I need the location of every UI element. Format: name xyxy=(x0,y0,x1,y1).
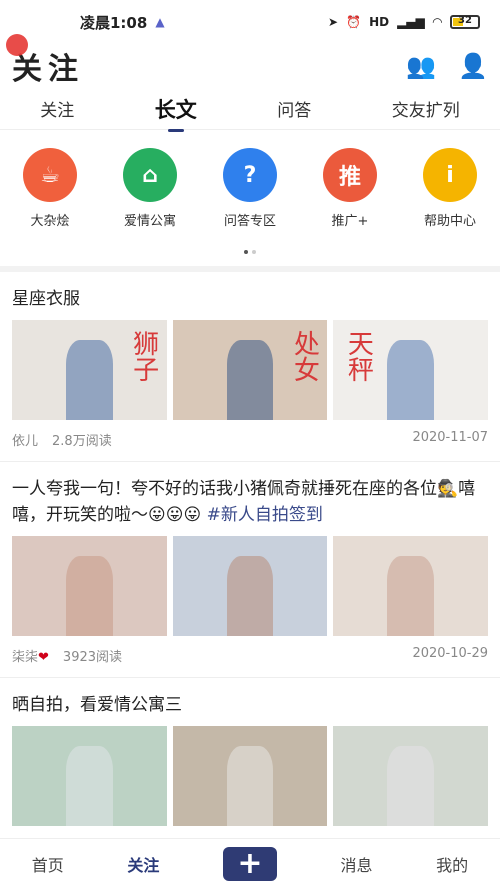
post-card[interactable]: 一人夸我一句！夸不好的话我小猪佩奇就捶死在座的各位🕵️嘻嘻，开玩笑的啦～😛😛😛 … xyxy=(0,462,500,678)
pager-dots xyxy=(0,239,500,258)
nav-home[interactable]: 首页 xyxy=(32,852,64,876)
nav-follow[interactable]: 关注 xyxy=(127,852,159,876)
tab-make-friends[interactable]: 交友扩列 xyxy=(378,88,474,129)
cup-icon: ☕ xyxy=(23,148,77,202)
tab-qa[interactable]: 问答 xyxy=(263,88,325,129)
post-title[interactable]: 星座衣服 xyxy=(12,286,488,312)
post-title[interactable]: 一人夸我一句！夸不好的话我小猪佩奇就捶死在座的各位🕵️嘻嘻，开玩笑的啦～😛😛😛 … xyxy=(12,476,488,528)
contacts-icon[interactable]: 👥 xyxy=(406,52,436,80)
info-icon: i xyxy=(423,148,477,202)
red-dot-badge xyxy=(6,34,28,56)
battery-icon: 32 xyxy=(450,15,480,29)
post-tag[interactable]: #新人自拍签到 xyxy=(207,505,323,525)
post-date: 2020-10-29 xyxy=(412,646,488,661)
post-card[interactable]: 星座衣服 狮子 处女 天秤 依儿 2.8万阅读 2020-11-07 xyxy=(0,272,500,462)
page-header: 关注 👥 👤 xyxy=(0,34,500,88)
status-bar: 凌晨1:08 ▲ ➤ ⏰ HD ▂▄▆ ◠ 32 xyxy=(0,0,500,44)
wifi-icon: ◠ xyxy=(432,15,442,29)
post-meta: 柒柒❤ 3923阅读 2020-10-29 xyxy=(12,636,488,677)
status-icons: ➤ ⏰ HD ▂▄▆ ◠ 32 xyxy=(328,15,480,29)
alarm-icon: ⏰ xyxy=(346,15,362,29)
page-title: 关注 xyxy=(6,34,84,88)
post-meta: 依儿 2.8万阅读 2020-11-07 xyxy=(12,420,488,461)
post-card[interactable]: 晒自拍，看爱情公寓三 xyxy=(0,678,500,826)
category-item-help[interactable]: i 帮助中心 xyxy=(405,148,495,229)
post-image[interactable]: 处女 xyxy=(172,320,328,420)
category-item-promote[interactable]: 推 推广+ xyxy=(305,148,395,229)
promote-icon: 推 xyxy=(323,148,377,202)
post-reads: 3923阅读 xyxy=(62,650,123,665)
nav-messages[interactable]: 消息 xyxy=(341,852,373,876)
house-icon: ⌂ xyxy=(123,148,177,202)
post-image[interactable]: 天秤 xyxy=(333,320,489,420)
post-reads: 2.8万阅读 xyxy=(52,434,112,449)
nav-mine[interactable]: 我的 xyxy=(436,852,468,876)
app-notification-icon: ▲ xyxy=(155,15,165,29)
category-item-ipartment[interactable]: ⌂ 爱情公寓 xyxy=(105,148,195,229)
post-image[interactable] xyxy=(172,536,328,636)
create-post-button[interactable]: + xyxy=(222,846,277,881)
top-tabs: 关注 长文 问答 交友扩列 xyxy=(0,86,500,132)
post-author[interactable]: 依儿 xyxy=(12,430,38,449)
post-date: 2020-11-07 xyxy=(412,430,488,445)
post-author[interactable]: 柒柒❤ xyxy=(12,646,49,665)
category-item-misc[interactable]: ☕ 大杂烩 xyxy=(5,148,95,229)
tab-long-article[interactable]: 长文 xyxy=(141,86,211,132)
network-badge: HD xyxy=(369,15,390,29)
header-actions: 👥 👤 xyxy=(406,52,488,80)
heart-icon: ❤ xyxy=(38,650,49,665)
add-friend-icon[interactable]: 👤 xyxy=(458,52,488,80)
post-image[interactable] xyxy=(12,536,167,636)
signal-icon: ▂▄▆ xyxy=(397,15,425,29)
category-grid: ☕ 大杂烩 ⌂ 爱情公寓 ? 问答专区 推 推广+ i 帮助中心 xyxy=(0,130,500,229)
post-image[interactable]: 狮子 xyxy=(12,320,167,420)
bottom-nav: 首页 关注 + 消息 我的 xyxy=(0,838,500,888)
post-image[interactable] xyxy=(12,726,167,826)
post-image[interactable] xyxy=(333,726,489,826)
post-image[interactable] xyxy=(172,726,328,826)
location-icon: ➤ xyxy=(328,15,339,29)
question-icon: ? xyxy=(223,148,277,202)
post-title[interactable]: 晒自拍，看爱情公寓三 xyxy=(12,692,488,718)
post-images xyxy=(12,536,489,636)
status-time: 凌晨1:08 xyxy=(80,13,148,32)
post-images xyxy=(12,726,489,826)
category-item-qa[interactable]: ? 问答专区 xyxy=(205,148,295,229)
post-images: 狮子 处女 天秤 xyxy=(12,320,489,420)
tab-follow[interactable]: 关注 xyxy=(26,88,88,129)
post-image[interactable] xyxy=(333,536,489,636)
